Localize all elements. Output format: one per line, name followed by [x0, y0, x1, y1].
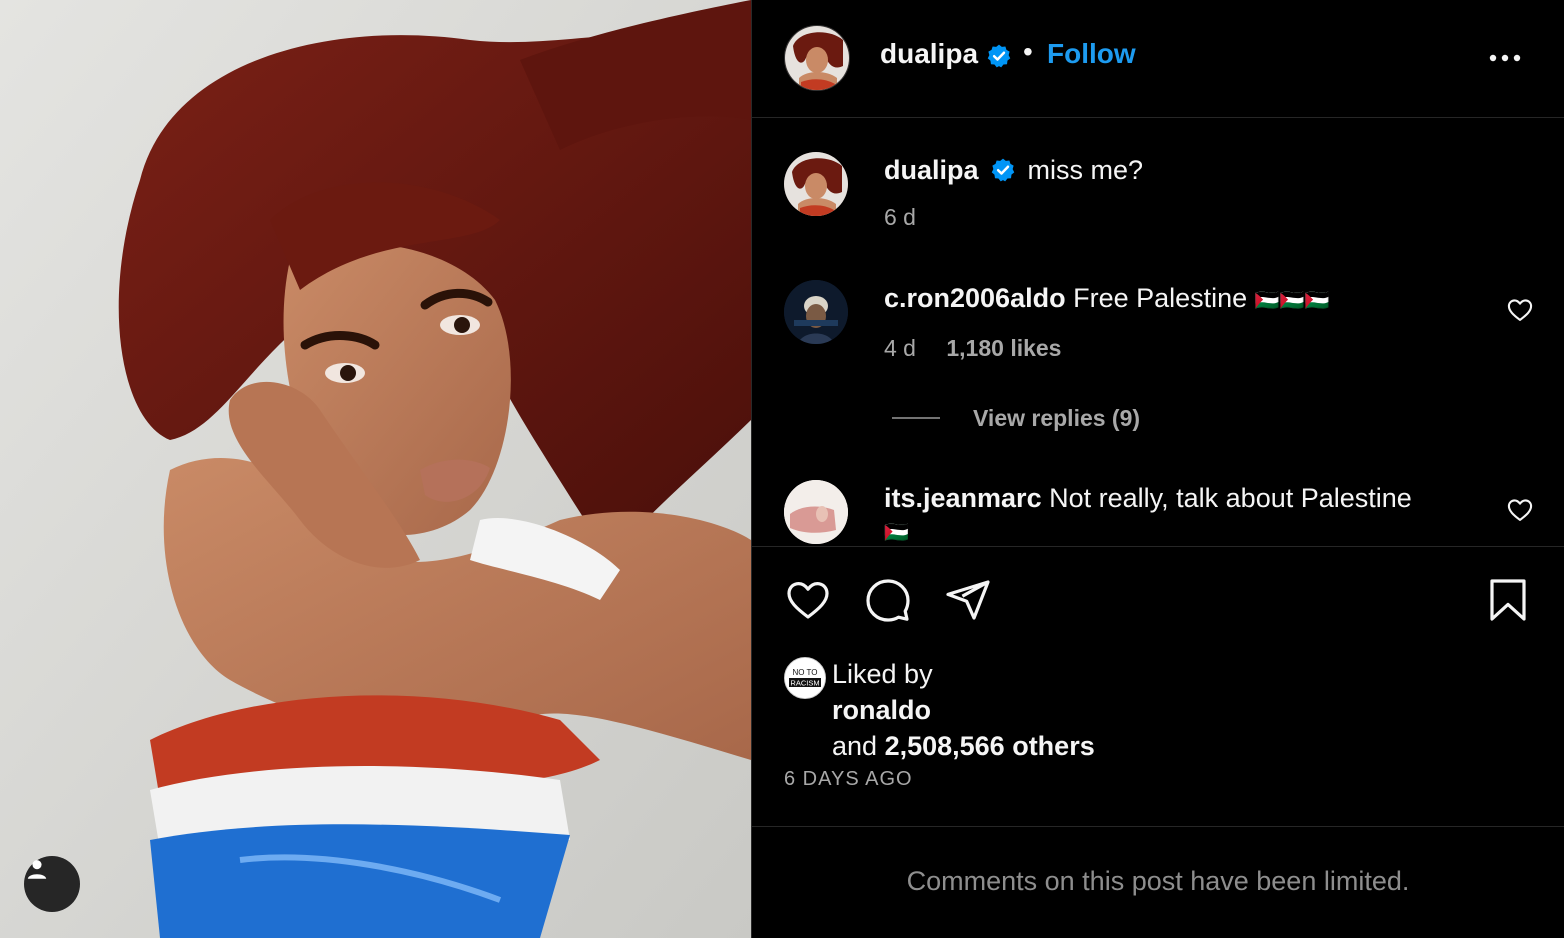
comment-flags: 🇵🇸: [884, 522, 909, 544]
comment-likes[interactable]: 1,180 likes: [946, 335, 1061, 361]
comment-icon[interactable]: [864, 576, 912, 624]
liked-by-user[interactable]: ronaldo: [832, 695, 931, 726]
comment-meta: 4 d 1,180 likes: [884, 335, 1061, 362]
comment-avatar-image: [784, 280, 848, 344]
actions-separator: [752, 546, 1564, 547]
footer-separator: [752, 826, 1564, 827]
author-username[interactable]: dualipa: [880, 38, 978, 70]
comment: c.ron2006aldo Free Palestine 🇵🇸🇵🇸🇵🇸: [884, 283, 1329, 314]
verified-badge-icon: [987, 44, 1011, 68]
no-to-racism-avatar-image: NO TO RACISM: [785, 658, 825, 698]
heart-icon[interactable]: [784, 576, 832, 624]
avatar-text-bottom: RACISM: [790, 679, 819, 688]
caption-username[interactable]: dualipa: [884, 155, 979, 185]
avatar-text-top: NO TO: [792, 668, 817, 677]
caption-avatar-image: [784, 152, 848, 216]
comment-author-avatar[interactable]: [784, 480, 848, 544]
header-separator: •: [1023, 36, 1033, 67]
post-timestamp[interactable]: 6 DAYS AGO: [784, 768, 913, 791]
verified-badge-icon: [991, 158, 1015, 182]
post-photo[interactable]: [0, 0, 751, 938]
liked-by-prefix: Liked by: [832, 659, 933, 689]
instagram-post-view: dualipa • Follow dualipa miss me? 6 d c.…: [0, 0, 1564, 938]
comment-text: Free Palestine: [1073, 283, 1248, 313]
comment-author-avatar[interactable]: [784, 280, 848, 344]
portrait-illustration: [0, 0, 751, 938]
liked-by-and: and: [832, 731, 878, 761]
liked-by-others: and 2,508,566 others: [832, 731, 1095, 762]
caption-author-avatar[interactable]: [784, 152, 848, 216]
comments-limited-notice: Comments on this post have been limited.: [906, 866, 1410, 896]
comment: its.jeanmarc Not really, talk about Pale…: [884, 483, 1412, 514]
likes-count-link[interactable]: 2,508,566 others: [885, 731, 1095, 761]
follow-button[interactable]: Follow: [1047, 38, 1136, 70]
author-avatar[interactable]: [784, 25, 850, 91]
view-replies-button[interactable]: View replies (9): [973, 405, 1140, 432]
post-header: dualipa • Follow: [752, 0, 1564, 118]
caption-time[interactable]: 6 d: [884, 204, 916, 231]
share-icon[interactable]: [944, 576, 992, 624]
user-tag-button[interactable]: [24, 856, 80, 912]
post-details-panel: dualipa • Follow dualipa miss me? 6 d c.…: [752, 0, 1564, 938]
liked-by-avatar[interactable]: NO TO RACISM: [784, 657, 826, 699]
replies-line: [892, 417, 940, 419]
comment-flags: 🇵🇸🇵🇸🇵🇸: [1254, 290, 1330, 312]
comment-like-heart-icon[interactable]: [1506, 496, 1534, 524]
comment-username[interactable]: its.jeanmarc: [884, 483, 1042, 513]
more-options-icon[interactable]: [1485, 38, 1525, 78]
comments-list[interactable]: dualipa miss me? 6 d c.ron2006aldo Free …: [752, 118, 1564, 546]
comment-avatar-image: [784, 480, 848, 544]
bookmark-icon[interactable]: [1484, 576, 1532, 624]
caption: dualipa miss me?: [884, 155, 1143, 186]
caption-text: miss me?: [1027, 155, 1144, 185]
comment-like-heart-icon[interactable]: [1506, 296, 1534, 324]
user-tag-icon: [27, 860, 47, 879]
comment-time[interactable]: 4 d: [884, 335, 916, 361]
comment-text: Not really, talk about Palestine: [1049, 483, 1412, 513]
author-avatar-image: [785, 26, 849, 90]
comment-username[interactable]: c.ron2006aldo: [884, 283, 1066, 313]
